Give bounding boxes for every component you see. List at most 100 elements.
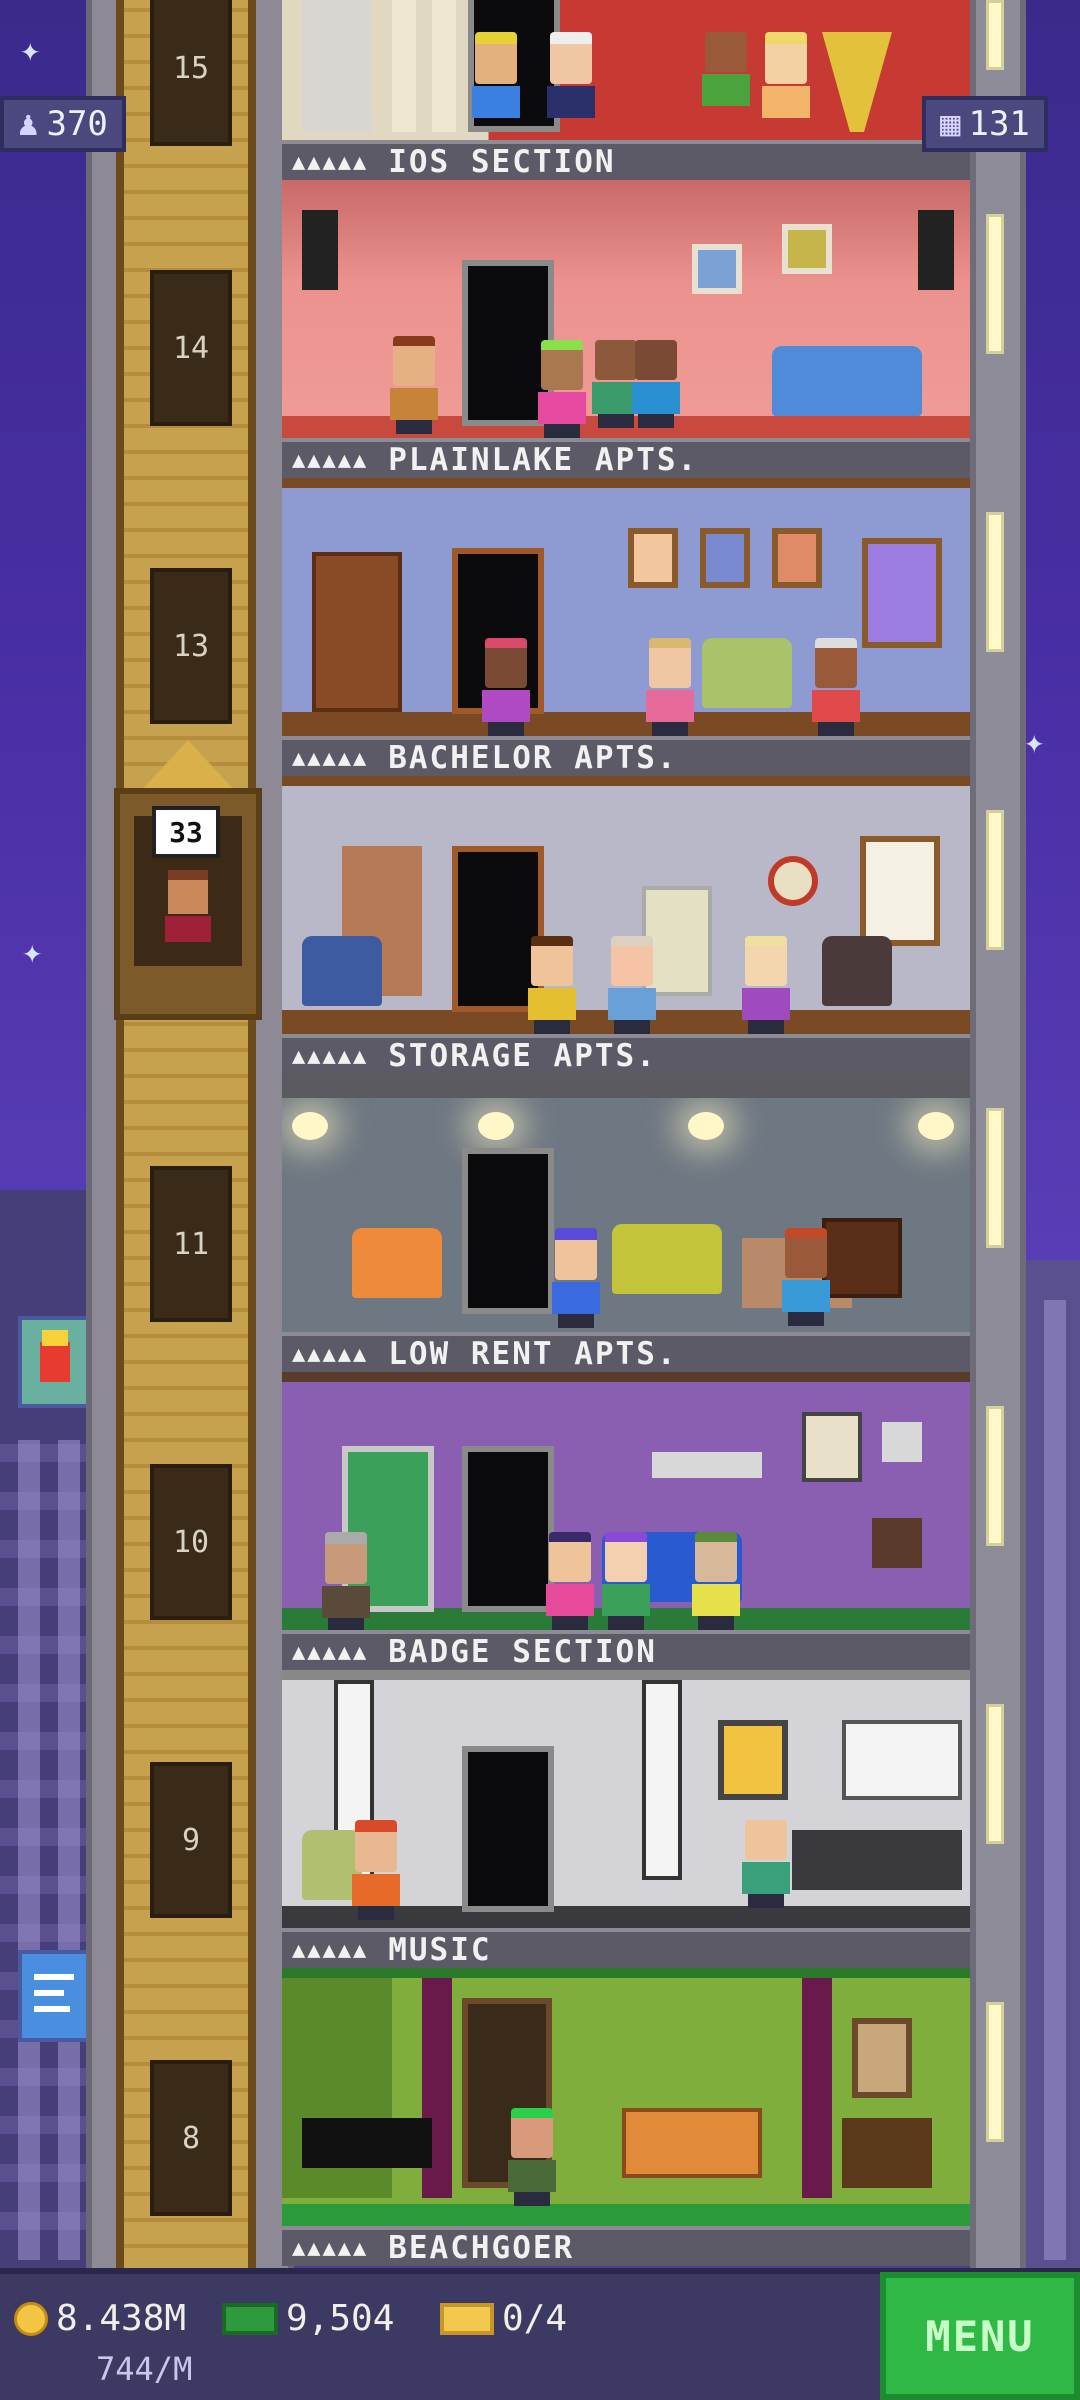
- floor-number-11[interactable]: 11: [150, 1166, 232, 1322]
- wall-art: [692, 244, 742, 294]
- floor-bachelor-apts[interactable]: ▲▲▲▲▲ BACHELOR APTS.: [282, 478, 970, 776]
- bitizen[interactable]: [552, 1228, 600, 1328]
- floor-number-13[interactable]: 13: [150, 568, 232, 724]
- wall-light: [986, 1108, 1004, 1248]
- coins-stat[interactable]: 8.438M: [14, 2298, 186, 2339]
- floor-stars: ▲▲▲▲▲: [292, 1639, 369, 1665]
- bitizen-passenger[interactable]: [164, 870, 212, 942]
- dartboard: [768, 856, 818, 906]
- city-windows: [1026, 1300, 1080, 2260]
- population-value: 370: [46, 104, 108, 144]
- bitizen[interactable]: [390, 336, 438, 434]
- grand-piano: [302, 2118, 432, 2168]
- person-icon: ♟: [18, 104, 39, 144]
- city-windows: [0, 1440, 86, 2260]
- floor-name: BADGE SECTION: [388, 1634, 657, 1670]
- destination-speech-bubble: 33: [152, 806, 220, 858]
- room-interior: [282, 776, 970, 1034]
- bitizen[interactable]: [538, 340, 586, 438]
- old-tv: [822, 1218, 902, 1298]
- speaker: [918, 210, 954, 290]
- floor-badge-section[interactable]: ▲▲▲▲▲ BADGE SECTION: [282, 1372, 970, 1670]
- framed-map: [852, 2018, 912, 2098]
- sofa: [772, 346, 922, 416]
- bitizen[interactable]: [508, 2108, 556, 2206]
- floor-name: PLAINLAKE APTS.: [388, 442, 699, 478]
- population-counter[interactable]: ♟ 370: [0, 96, 126, 152]
- floor-ios-section[interactable]: ▲▲▲▲▲ IOS SECTION: [282, 0, 970, 180]
- tickets-value: 0/4: [502, 2298, 568, 2339]
- floor-count-value: 131: [968, 104, 1030, 144]
- bitizen[interactable]: [632, 340, 680, 428]
- bitizen[interactable]: [812, 638, 860, 736]
- tickets-stat[interactable]: 0/4: [440, 2298, 567, 2339]
- bitizen[interactable]: [322, 1532, 370, 1630]
- framed-poster: [718, 1720, 788, 1800]
- wall-light: [986, 810, 1004, 950]
- bitizen[interactable]: [472, 32, 520, 118]
- floor-beachgoer[interactable]: ▲▲▲▲▲ BEACHGOER: [282, 1968, 970, 2266]
- floor-number-8[interactable]: 8: [150, 2060, 232, 2216]
- elevator-car[interactable]: 33: [114, 740, 262, 1020]
- floor-stars: ▲▲▲▲▲: [292, 447, 369, 473]
- floor-label: ▲▲▲▲▲ IOS SECTION: [282, 140, 970, 180]
- bitizen[interactable]: [692, 1532, 740, 1630]
- star-icon: ✦: [20, 30, 41, 70]
- bitizen[interactable]: [608, 936, 656, 1034]
- floor-stars: ▲▲▲▲▲: [292, 1937, 369, 1963]
- bitizen[interactable]: [742, 936, 790, 1034]
- floor-label: ▲▲▲▲▲ PLAINLAKE APTS.: [282, 438, 970, 478]
- wall-light: [986, 214, 1004, 354]
- bitizen[interactable]: [646, 638, 694, 736]
- floor-number-9[interactable]: 9: [150, 1762, 232, 1918]
- star-icon: ✦: [22, 932, 43, 972]
- building-icon: ▦: [940, 104, 961, 144]
- elevator-roof: [140, 740, 236, 792]
- floor-number-15[interactable]: 15: [150, 0, 232, 146]
- window: [862, 538, 942, 648]
- floor-stars: ▲▲▲▲▲: [292, 149, 369, 175]
- floor-number-10[interactable]: 10: [150, 1464, 232, 1620]
- floor-number-14[interactable]: 14: [150, 270, 232, 426]
- tv: [872, 1518, 922, 1568]
- floor-stars: ▲▲▲▲▲: [292, 1043, 369, 1069]
- menu-button[interactable]: MENU: [880, 2272, 1080, 2400]
- floor-music[interactable]: ▲▲▲▲▲ MUSIC: [282, 1670, 970, 1968]
- fireplace: [842, 2118, 932, 2188]
- bitizen[interactable]: [602, 1532, 650, 1630]
- floor-low-rent-apts[interactable]: ▲▲▲▲▲ LOW RENT APTS.: [282, 1074, 970, 1372]
- floor-counter[interactable]: ▦ 131: [922, 96, 1048, 152]
- bitizen[interactable]: [742, 1820, 790, 1908]
- fries-ad-icon[interactable]: [18, 1316, 90, 1408]
- wall-light: [986, 1406, 1004, 1546]
- room-interior: [282, 1968, 970, 2226]
- bitizen[interactable]: [762, 32, 810, 118]
- wall-light: [986, 1704, 1004, 1844]
- bitizen[interactable]: [482, 638, 530, 736]
- wall-portrait: [700, 528, 750, 588]
- room-door: [462, 1746, 554, 1912]
- coin-icon: [14, 2301, 48, 2336]
- counter: [792, 1830, 962, 1890]
- wall-vent: [652, 1452, 762, 1478]
- bitizen[interactable]: [546, 1532, 594, 1630]
- bitizen[interactable]: [782, 1228, 830, 1326]
- floor-stars: ▲▲▲▲▲: [292, 1341, 369, 1367]
- wall-portrait: [628, 528, 678, 588]
- bux-stat[interactable]: 9,504: [222, 2298, 394, 2339]
- floor-label: ▲▲▲▲▲ STORAGE APTS.: [282, 1034, 970, 1074]
- speaker: [302, 210, 338, 290]
- floor-name: MUSIC: [388, 1932, 492, 1968]
- floor-plainlake-apts[interactable]: ▲▲▲▲▲ PLAINLAKE APTS.: [282, 180, 970, 478]
- floor-storage-apts[interactable]: ▲▲▲▲▲ STORAGE APTS.: [282, 776, 970, 1074]
- room-door: [462, 1446, 554, 1612]
- bitizen[interactable]: [528, 936, 576, 1034]
- wall-portrait: [772, 528, 822, 588]
- bitizen[interactable]: [352, 1820, 400, 1920]
- document-ad-icon[interactable]: [18, 1950, 90, 2042]
- bitizen[interactable]: [547, 32, 595, 118]
- floor-name: BACHELOR APTS.: [388, 740, 678, 776]
- room-interior: [282, 0, 970, 140]
- bitizen[interactable]: [702, 32, 750, 106]
- bed: [622, 2108, 762, 2178]
